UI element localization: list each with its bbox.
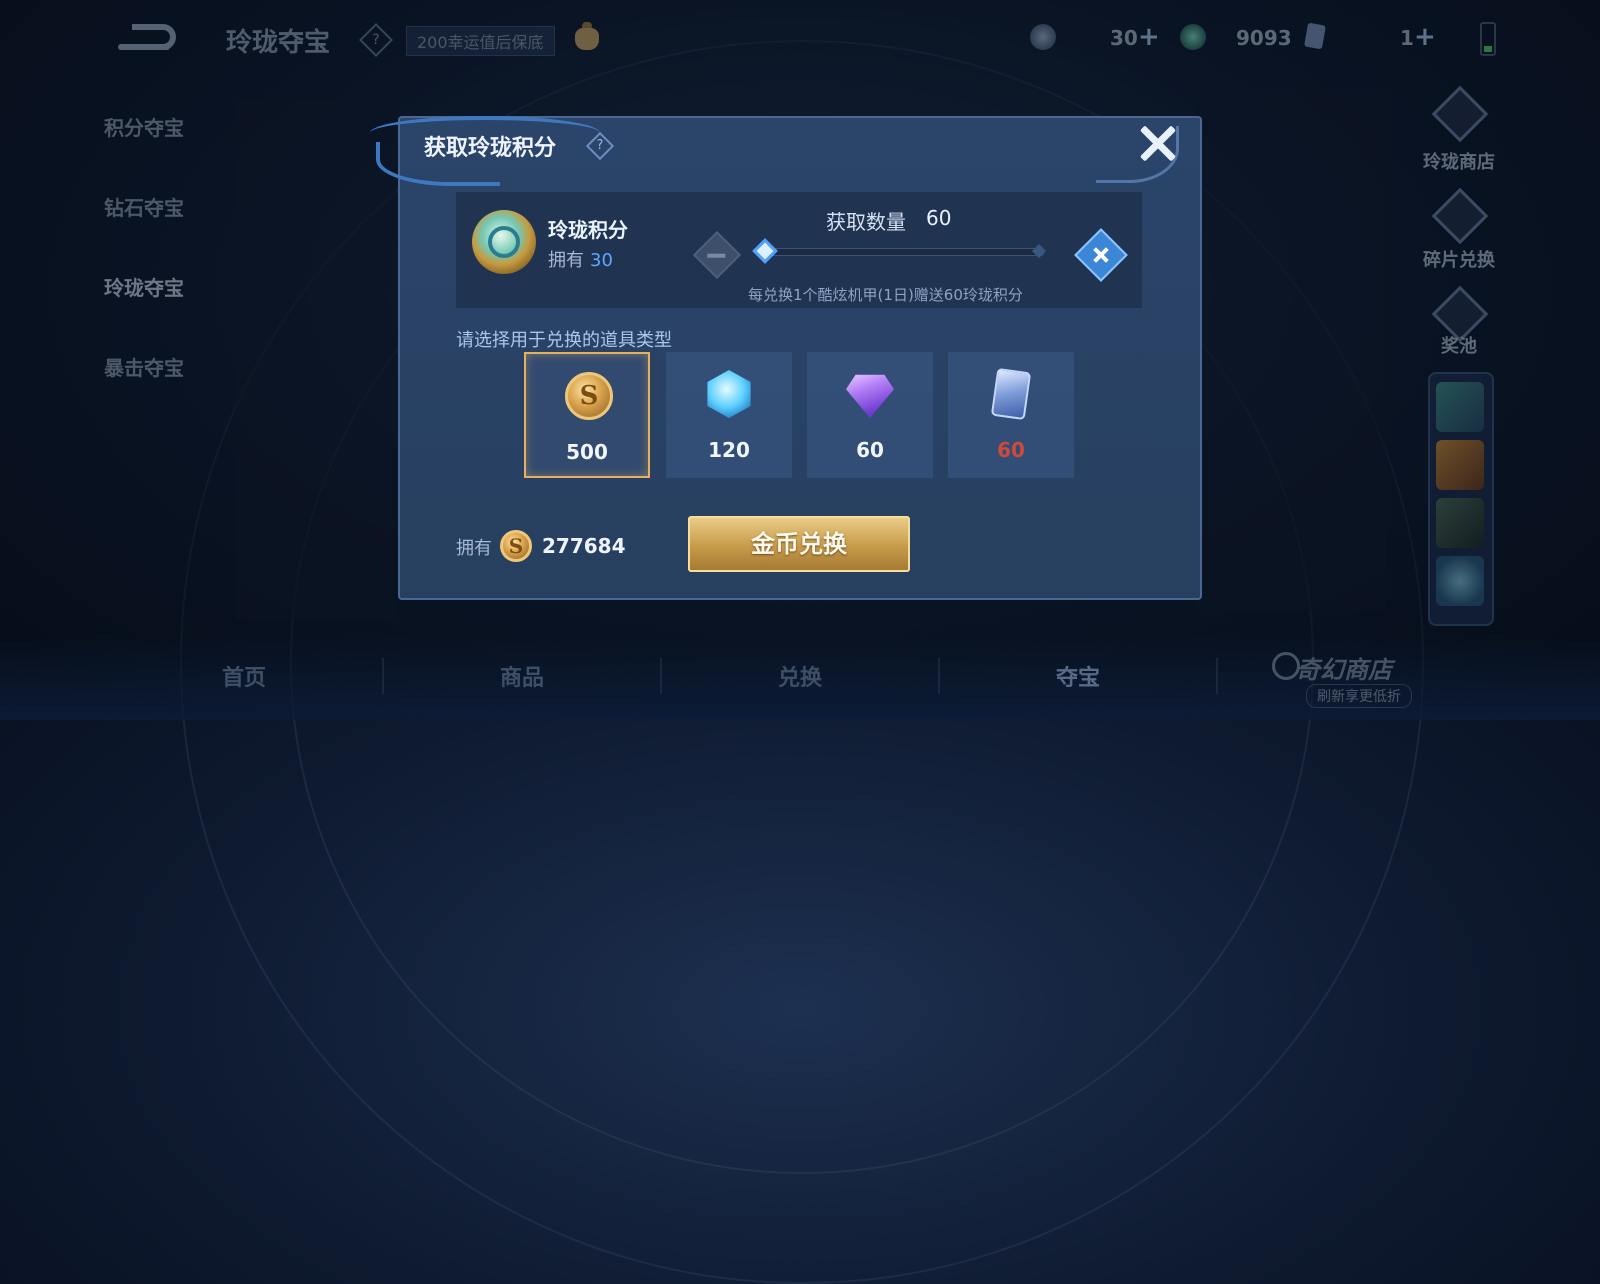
item-option-crystal[interactable]: 120 <box>666 352 792 478</box>
points-owned-value: 30 <box>590 250 613 271</box>
item-cost: 60 <box>997 438 1025 462</box>
item-cost: 120 <box>708 438 750 462</box>
coins-owned-value: 277684 <box>542 534 626 558</box>
dialog-title: 获取玲珑积分 <box>424 136 557 161</box>
quantity-value: 60 <box>926 206 952 230</box>
item-option-card[interactable]: 60 <box>948 352 1074 478</box>
exchange-note: 每兑换1个酷炫机甲(1日)赠送60玲珑积分 <box>748 286 1023 304</box>
item-type-label: 请选择用于兑换的道具类型 <box>456 330 672 351</box>
gold-coin-icon: S <box>565 372 613 420</box>
points-name: 玲珑积分 <box>548 218 628 242</box>
quantity-label: 获取数量 <box>826 210 906 234</box>
linglong-points-icon <box>472 210 536 274</box>
quantity-slider[interactable] <box>766 248 1044 256</box>
card-icon <box>990 367 1032 421</box>
crystal-icon <box>707 370 751 418</box>
item-option-diamond[interactable]: 60 <box>807 352 933 478</box>
gold-coin-icon: S <box>500 530 532 562</box>
close-button[interactable] <box>1138 124 1178 164</box>
gold-exchange-button[interactable]: 金币兑换 <box>688 516 910 572</box>
points-owned: 拥有 30 <box>548 250 613 271</box>
coins-owned-label: 拥有 <box>456 538 492 559</box>
item-cost: 60 <box>856 438 884 462</box>
diamond-icon <box>846 374 894 418</box>
item-option-gold[interactable]: S 500 <box>524 352 650 478</box>
item-cost: 500 <box>566 440 608 464</box>
